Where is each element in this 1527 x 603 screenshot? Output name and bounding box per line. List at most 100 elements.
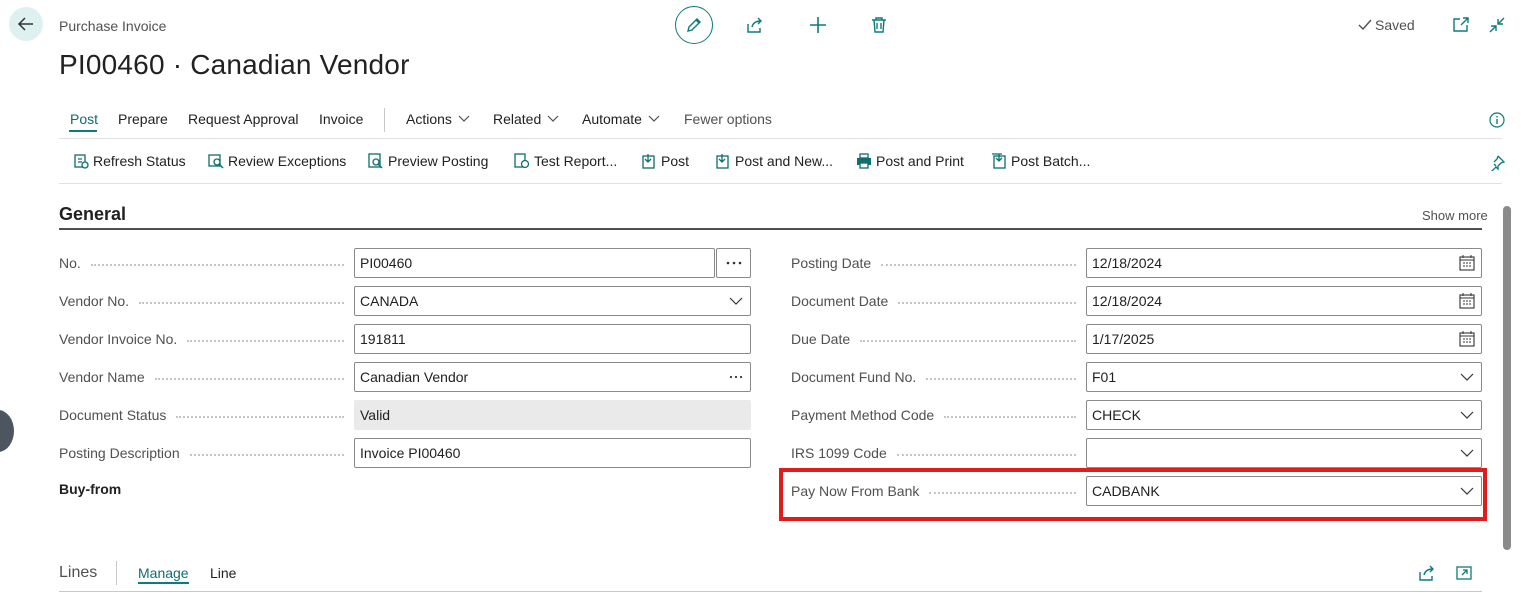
field-label-irs-1099-code: IRS 1099 Code xyxy=(791,445,1076,461)
post-and-print-label: Post and Print xyxy=(876,153,964,169)
vertical-scrollbar-thumb[interactable] xyxy=(1503,206,1511,550)
saved-label: Saved xyxy=(1375,17,1415,33)
field-label-no: No. xyxy=(59,255,344,271)
tab-automate-label: Automate xyxy=(582,111,642,127)
tab-post-underline xyxy=(69,130,97,132)
lines-divider xyxy=(116,561,117,585)
general-section-title[interactable]: General xyxy=(59,204,126,225)
calendar-icon[interactable] xyxy=(1453,325,1481,353)
page-kind-caption: Purchase Invoice xyxy=(59,18,167,34)
calendar-icon[interactable] xyxy=(1453,249,1481,277)
pencil-icon xyxy=(685,16,703,34)
tab-invoice[interactable]: Invoice xyxy=(319,111,363,127)
ellipsis-icon xyxy=(726,261,742,265)
show-more-link[interactable]: Show more xyxy=(1422,208,1488,223)
test-report-label: Test Report... xyxy=(534,153,618,169)
no-field[interactable]: PI00460 xyxy=(354,248,715,278)
plus-icon xyxy=(809,16,827,34)
tab-prepare[interactable]: Prepare xyxy=(118,111,168,127)
checkmark-icon xyxy=(1358,18,1372,32)
vendor-name-field[interactable]: Canadian Vendor xyxy=(354,362,751,392)
field-label-vendor-no: Vendor No. xyxy=(59,293,344,309)
post-icon xyxy=(641,153,657,169)
lines-section-title[interactable]: Lines xyxy=(59,564,97,582)
field-label-vendor-invoice-no: Vendor Invoice No. xyxy=(59,331,344,347)
review-exceptions-button[interactable]: Review Exceptions xyxy=(208,153,346,169)
trash-icon xyxy=(870,16,888,34)
expand-icon xyxy=(1455,564,1473,582)
test-report-button[interactable]: Test Report... xyxy=(514,153,617,169)
lines-expand-button[interactable] xyxy=(1453,562,1475,584)
document-status-field: Valid xyxy=(354,400,751,430)
document-fund-no-field[interactable]: F01 xyxy=(1086,362,1482,392)
chevron-down-icon[interactable] xyxy=(1453,477,1481,505)
post-and-new-icon xyxy=(715,153,731,169)
open-new-window-button[interactable] xyxy=(1450,14,1472,36)
tab-post[interactable]: Post xyxy=(70,111,98,127)
field-label-posting-date: Posting Date xyxy=(791,255,1076,271)
document-date-field[interactable]: 12/18/2024 xyxy=(1086,286,1482,316)
new-button[interactable] xyxy=(807,14,829,36)
refresh-status-label: Refresh Status xyxy=(93,153,186,169)
post-and-print-button[interactable]: Post and Print xyxy=(856,153,964,169)
tab-related[interactable]: Related xyxy=(493,111,559,127)
chevron-down-icon xyxy=(648,115,660,123)
post-batch-button[interactable]: Post Batch... xyxy=(991,153,1090,169)
field-label-payment-method-code: Payment Method Code xyxy=(791,407,1076,423)
post-batch-icon xyxy=(991,153,1007,169)
posting-date-field[interactable]: 12/18/2024 xyxy=(1086,248,1482,278)
irs-1099-code-field[interactable] xyxy=(1086,438,1482,468)
test-report-icon xyxy=(514,153,530,169)
due-date-field[interactable]: 1/17/2025 xyxy=(1086,324,1482,354)
tab-request-approval[interactable]: Request Approval xyxy=(188,111,299,127)
pin-action-bar-button[interactable] xyxy=(1486,152,1508,174)
delete-button[interactable] xyxy=(868,14,890,36)
share-button[interactable] xyxy=(744,14,766,36)
post-and-new-button[interactable]: Post and New... xyxy=(715,153,833,169)
preview-posting-button[interactable]: Preview Posting xyxy=(368,153,488,169)
refresh-status-icon xyxy=(73,153,89,169)
edit-button[interactable] xyxy=(675,6,713,44)
side-panel-handle[interactable] xyxy=(0,410,14,452)
vendor-invoice-no-field[interactable]: 191811 xyxy=(354,324,751,354)
field-label-due-date: Due Date xyxy=(791,331,1076,347)
collapse-button[interactable] xyxy=(1486,14,1508,36)
lines-share-button[interactable] xyxy=(1416,562,1438,584)
chevron-down-icon[interactable] xyxy=(722,287,750,315)
arrow-left-icon xyxy=(17,15,35,33)
preview-posting-icon xyxy=(368,153,384,169)
tab-related-label: Related xyxy=(493,111,542,127)
chevron-down-icon[interactable] xyxy=(1453,363,1481,391)
no-assist-button[interactable] xyxy=(716,248,751,278)
calendar-icon[interactable] xyxy=(1453,287,1481,315)
saved-status: Saved xyxy=(1358,17,1415,33)
post-and-new-label: Post and New... xyxy=(735,153,834,169)
posting-description-field[interactable]: Invoice PI00460 xyxy=(354,438,751,468)
info-button[interactable] xyxy=(1486,109,1508,131)
tab-automate[interactable]: Automate xyxy=(582,111,660,127)
post-label: Post xyxy=(661,153,690,169)
open-new-window-icon xyxy=(1452,16,1470,34)
tab-divider xyxy=(384,108,385,132)
field-label-posting-description: Posting Description xyxy=(59,445,344,461)
payment-method-code-field[interactable]: CHECK xyxy=(1086,400,1482,430)
post-button[interactable]: Post xyxy=(641,153,689,169)
tab-actions-label: Actions xyxy=(406,111,452,127)
back-button[interactable] xyxy=(9,7,43,41)
chevron-down-icon[interactable] xyxy=(1453,439,1481,467)
ellipsis-icon[interactable] xyxy=(722,363,750,391)
field-label-document-fund-no: Document Fund No. xyxy=(791,369,1076,385)
lines-tab-manage[interactable]: Manage xyxy=(138,565,189,581)
fewer-options-button[interactable]: Fewer options xyxy=(684,111,772,127)
chevron-down-icon xyxy=(547,115,559,123)
buy-from-subheading: Buy-from xyxy=(59,481,122,497)
pay-now-from-bank-field[interactable]: CADBANK xyxy=(1086,476,1482,506)
preview-posting-label: Preview Posting xyxy=(388,153,489,169)
lines-tab-line[interactable]: Line xyxy=(210,565,236,581)
tab-actions[interactable]: Actions xyxy=(406,111,470,127)
collapse-icon xyxy=(1488,16,1506,34)
vendor-no-field[interactable]: CANADA xyxy=(354,286,751,316)
chevron-down-icon[interactable] xyxy=(1453,401,1481,429)
pin-icon xyxy=(1489,155,1505,171)
refresh-status-button[interactable]: Refresh Status xyxy=(73,153,186,169)
